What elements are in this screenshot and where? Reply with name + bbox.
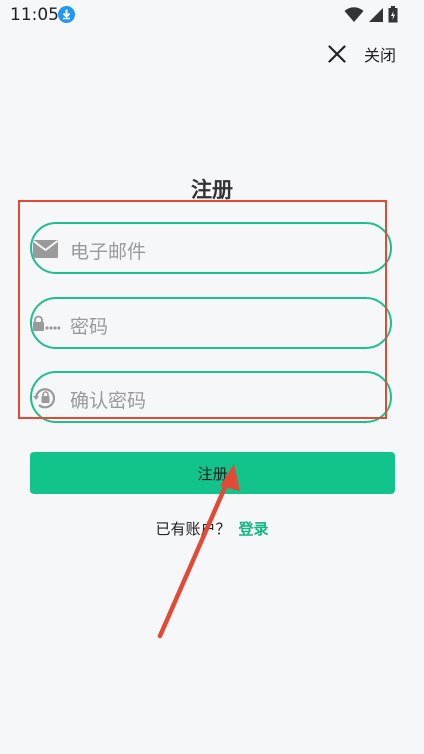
lock-reset-icon: [33, 388, 56, 409]
download-icon: [58, 6, 75, 23]
login-link[interactable]: 登录: [239, 520, 269, 538]
battery-icon: [388, 6, 398, 23]
register-button-label: 注册: [197, 464, 228, 483]
password-placeholder: 密码: [70, 316, 109, 338]
confirm-password-placeholder: 确认密码: [70, 390, 147, 412]
password-lock-icon: [33, 315, 60, 331]
close-label: 关闭: [363, 46, 396, 65]
mail-icon: [32, 240, 59, 258]
signal-icon: [369, 7, 383, 22]
page-title: 注册: [191, 178, 233, 202]
have-account-text: 已有账户？: [155, 520, 231, 538]
status-icons: [344, 6, 398, 23]
register-button[interactable]: 注册: [30, 452, 395, 494]
email-placeholder: 电子邮件: [70, 241, 147, 263]
close-icon: [328, 45, 346, 63]
status-bar: 11:05: [0, 0, 424, 30]
wifi-icon: [344, 6, 364, 22]
login-prompt: 已有账户？ 登录: [0, 518, 424, 539]
password-field[interactable]: 密码: [30, 297, 392, 349]
email-field[interactable]: 电子邮件: [30, 222, 392, 274]
confirm-password-field[interactable]: 确认密码: [30, 371, 392, 423]
close-button[interactable]: 关闭: [328, 40, 396, 68]
status-time: 11:05: [10, 5, 59, 25]
